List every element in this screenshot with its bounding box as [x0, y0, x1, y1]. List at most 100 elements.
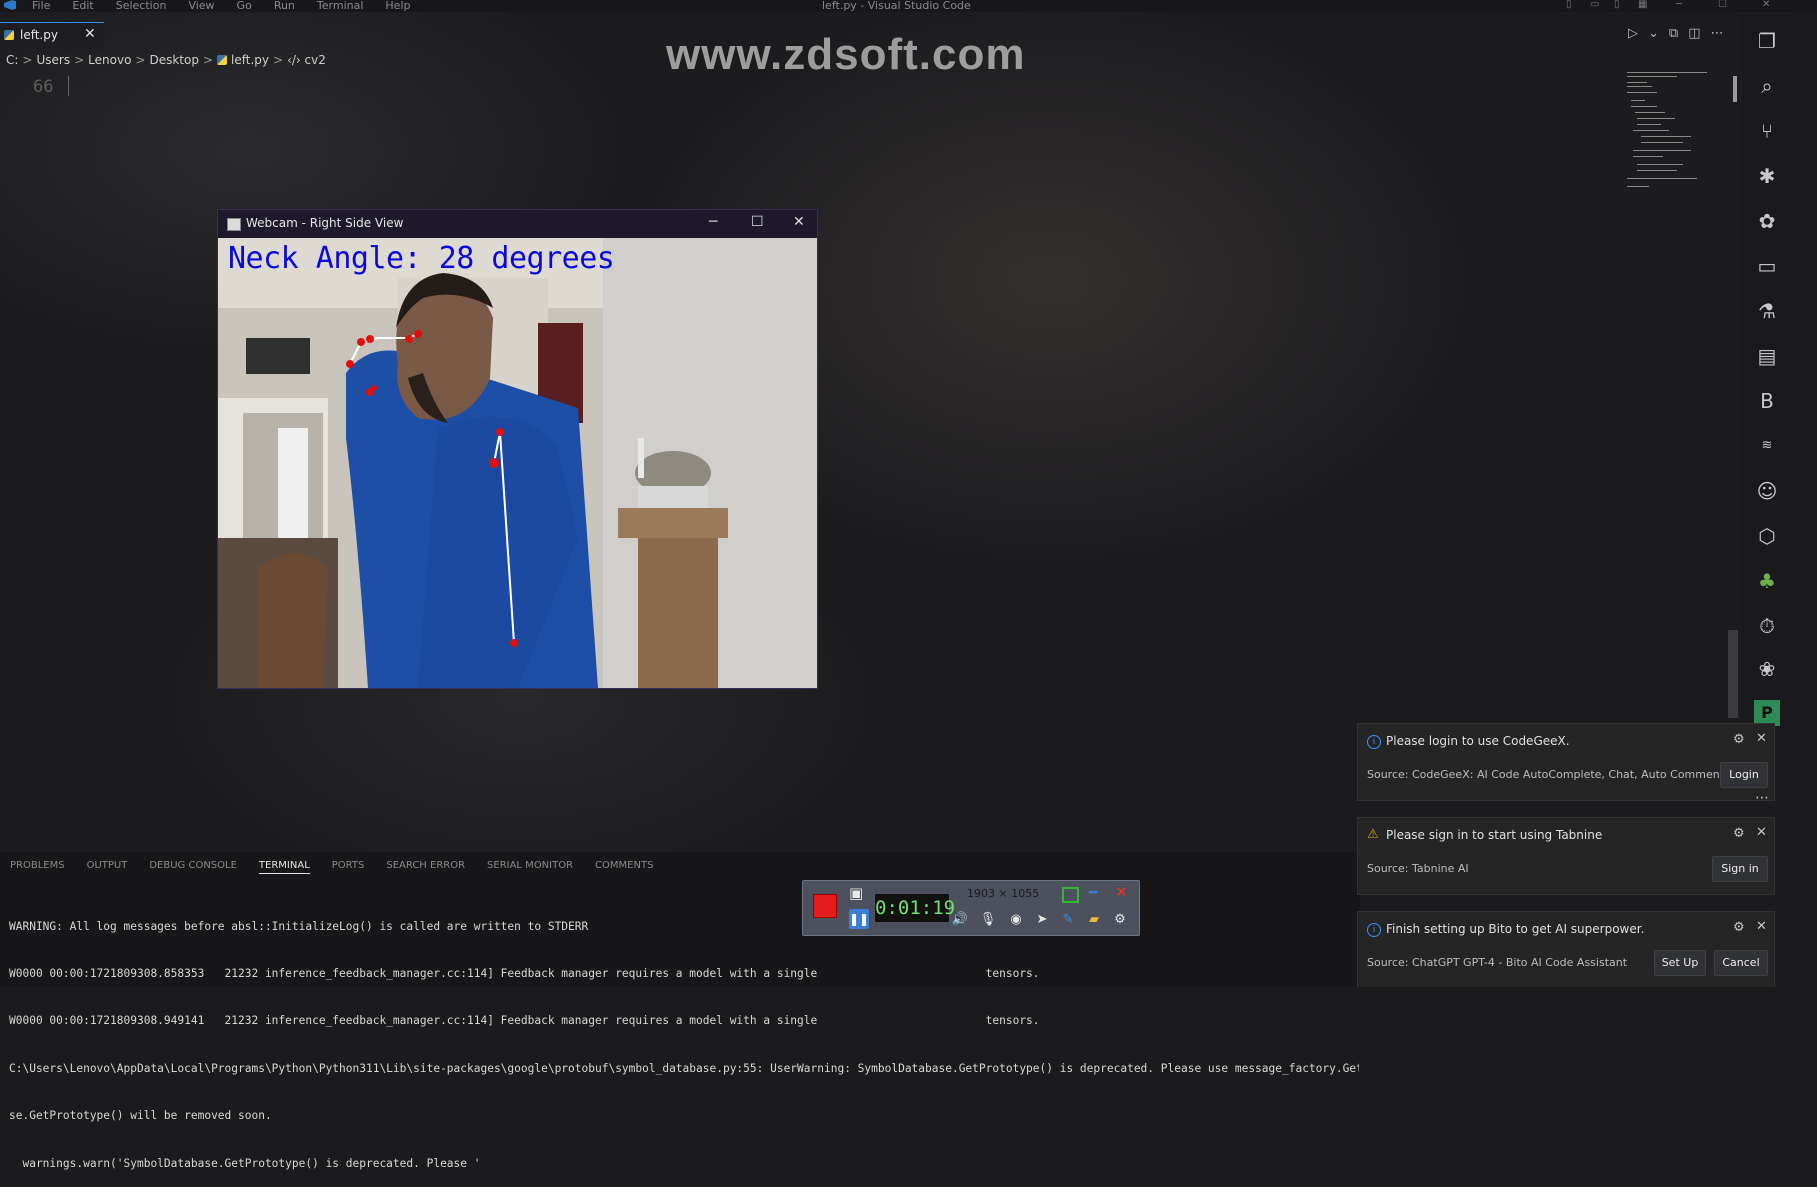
set-up-button[interactable]: Set Up — [1654, 950, 1706, 976]
notification-close-icon[interactable]: ✕ — [1756, 731, 1767, 746]
recorder-close-icon[interactable]: ✕ — [1115, 883, 1128, 901]
recorder-minimize-icon[interactable]: ━ — [1089, 885, 1097, 901]
window-minimize-icon[interactable]: ─ — [1676, 0, 1682, 10]
run-file-icon[interactable]: ▷ — [1628, 26, 1638, 41]
cursor-icon[interactable]: ➤ — [1033, 911, 1051, 929]
more-icon[interactable]: ⋯ — [1755, 790, 1769, 806]
tab-close-icon[interactable]: ✕ — [84, 26, 96, 42]
login-button[interactable]: Login — [1720, 762, 1768, 788]
breadcrumb-file[interactable]: left.py — [231, 53, 269, 67]
webcam-icon[interactable]: ◉ — [1007, 911, 1025, 929]
menu-run[interactable]: Run — [274, 0, 295, 12]
run-dropdown-icon[interactable]: ⌄ — [1648, 26, 1659, 41]
extensions-icon[interactable]: ✿ — [1754, 208, 1780, 234]
breadcrumb-separator: > — [135, 53, 146, 67]
snapshot-camera-icon[interactable]: ▣ — [849, 884, 863, 902]
notification-close-icon[interactable]: ✕ — [1756, 919, 1767, 934]
breadcrumb-users[interactable]: Users — [36, 53, 70, 67]
speaker-icon[interactable]: 🔊 — [951, 911, 969, 929]
info-icon: i — [1367, 923, 1381, 937]
menu-file[interactable]: File — [32, 0, 50, 12]
breadcrumb-separator: > — [202, 53, 214, 67]
window-maximize-icon[interactable]: ☐ — [1718, 0, 1727, 10]
webcam-window[interactable]: Webcam - Right Side View ─ ☐ ✕ Neck Angl… — [217, 209, 818, 689]
app-window-icon — [227, 218, 241, 231]
breadcrumb-drive[interactable]: C: — [6, 53, 18, 67]
region-select-icon[interactable] — [1062, 887, 1079, 903]
tab-output[interactable]: OUTPUT — [87, 860, 128, 874]
copilot-icon[interactable]: ☺ — [1754, 478, 1780, 504]
tab-search-error[interactable]: SEARCH ERROR — [386, 860, 465, 874]
customize-layout-icon[interactable]: ▦ — [1638, 0, 1647, 10]
python-file-icon — [4, 30, 14, 40]
split-editor-icon[interactable]: ◫ — [1688, 26, 1700, 41]
minimap[interactable] — [1623, 70, 1735, 195]
menu-view[interactable]: View — [188, 0, 214, 12]
webcam-maximize-icon[interactable]: ☐ — [751, 214, 764, 230]
panel-toggle-icon[interactable]: ▭ — [1590, 0, 1599, 10]
terminal-line: se.GetPrototype() will be removed soon. — [9, 1109, 272, 1123]
source-control-icon[interactable]: ⑂ — [1754, 118, 1780, 144]
search-icon[interactable]: ⌕ — [1754, 73, 1780, 99]
bito-icon[interactable]: B — [1754, 388, 1780, 414]
notification-settings-icon[interactable]: ⚙ — [1733, 920, 1745, 935]
codegpt-icon[interactable]: ≋ — [1754, 433, 1780, 459]
editor-actions: ▷ ⌄ ⧉ ◫ ⋯ — [1628, 26, 1724, 41]
menu-help[interactable]: Help — [385, 0, 410, 12]
pause-icon[interactable]: ❚❚ — [849, 909, 869, 929]
menu-go[interactable]: Go — [237, 0, 252, 12]
terminal-line: W0000 00:00:1721809308.858353 21232 infe… — [9, 966, 1040, 980]
menu-selection[interactable]: Selection — [116, 0, 167, 12]
stop-recording-button[interactable] — [813, 894, 837, 918]
notification-settings-icon[interactable]: ⚙ — [1733, 732, 1745, 747]
layout-toggle-icon[interactable]: ▯ — [1566, 0, 1572, 10]
sign-in-button[interactable]: Sign in — [1712, 856, 1768, 882]
line-number: 66 — [33, 77, 54, 97]
webcam-window-title: Webcam - Right Side View — [246, 216, 404, 230]
menu-edit[interactable]: Edit — [72, 0, 93, 12]
settings-gear-icon[interactable]: ⚙ — [1111, 911, 1129, 929]
webcam-minimize-icon[interactable]: ─ — [709, 214, 717, 230]
tab-terminal[interactable]: TERMINAL — [258, 860, 310, 874]
title-bar: File Edit Selection View Go Run Terminal… — [0, 0, 1817, 12]
notification-settings-icon[interactable]: ⚙ — [1733, 826, 1745, 841]
debug-icon[interactable]: ✱ — [1754, 163, 1780, 189]
more-actions-icon[interactable]: ⋯ — [1711, 26, 1724, 41]
recording-timer: 0:01:19 — [875, 894, 955, 922]
timeline-icon[interactable]: ⏱ — [1754, 613, 1780, 639]
pen-icon[interactable]: ✎ — [1059, 911, 1077, 929]
breadcrumb-symbol[interactable]: cv2 — [305, 53, 326, 67]
tab-debug-console[interactable]: DEBUG CONSOLE — [149, 860, 237, 874]
cancel-button[interactable]: Cancel — [1714, 950, 1768, 976]
tab-serial-monitor[interactable]: SERIAL MONITOR — [487, 860, 573, 874]
preview-icon[interactable]: ⧉ — [1669, 26, 1678, 41]
notification-close-icon[interactable]: ✕ — [1756, 825, 1767, 840]
sidebar-toggle-icon[interactable]: ▯ — [1614, 0, 1620, 10]
breadcrumb-desktop[interactable]: Desktop — [149, 53, 199, 67]
window-close-icon[interactable]: ✕ — [1762, 0, 1770, 10]
folder-icon[interactable]: ▰ — [1085, 911, 1103, 929]
webcam-close-icon[interactable]: ✕ — [793, 214, 805, 230]
testing-icon[interactable]: ⚗ — [1754, 298, 1780, 324]
menu-terminal[interactable]: Terminal — [317, 0, 364, 12]
terminal-line: WARNING: All log messages before absl::I… — [9, 919, 589, 933]
notebook-icon[interactable]: ▤ — [1754, 343, 1780, 369]
info-icon: i — [1367, 735, 1381, 749]
tab-problems[interactable]: PROBLEMS — [10, 860, 65, 874]
editor-scrollbar[interactable] — [1728, 630, 1738, 718]
webcam-titlebar[interactable]: Webcam - Right Side View ─ ☐ ✕ — [218, 210, 817, 238]
paw-icon[interactable]: ❀ — [1754, 656, 1780, 682]
breadcrumb-lenovo[interactable]: Lenovo — [88, 53, 131, 67]
terminal-output[interactable]: WARNING: All log messages before absl::I… — [9, 887, 1359, 1187]
hexagon-icon[interactable]: ⬡ — [1754, 523, 1780, 549]
explorer-icon[interactable]: ❐ — [1754, 28, 1780, 54]
python-icon[interactable]: ♣ — [1754, 568, 1780, 594]
tab-ports[interactable]: PORTS — [332, 860, 365, 874]
shoulder-hip-line — [499, 431, 515, 644]
editor-tab-left-py[interactable]: left.py ✕ — [0, 22, 104, 49]
minimap-scroll-thumb[interactable] — [1733, 76, 1737, 102]
pose-point — [346, 360, 354, 368]
remote-explorer-icon[interactable]: ▭ — [1754, 253, 1780, 279]
tab-comments[interactable]: COMMENTS — [595, 860, 653, 874]
microphone-icon[interactable]: 🎙 — [979, 911, 997, 929]
